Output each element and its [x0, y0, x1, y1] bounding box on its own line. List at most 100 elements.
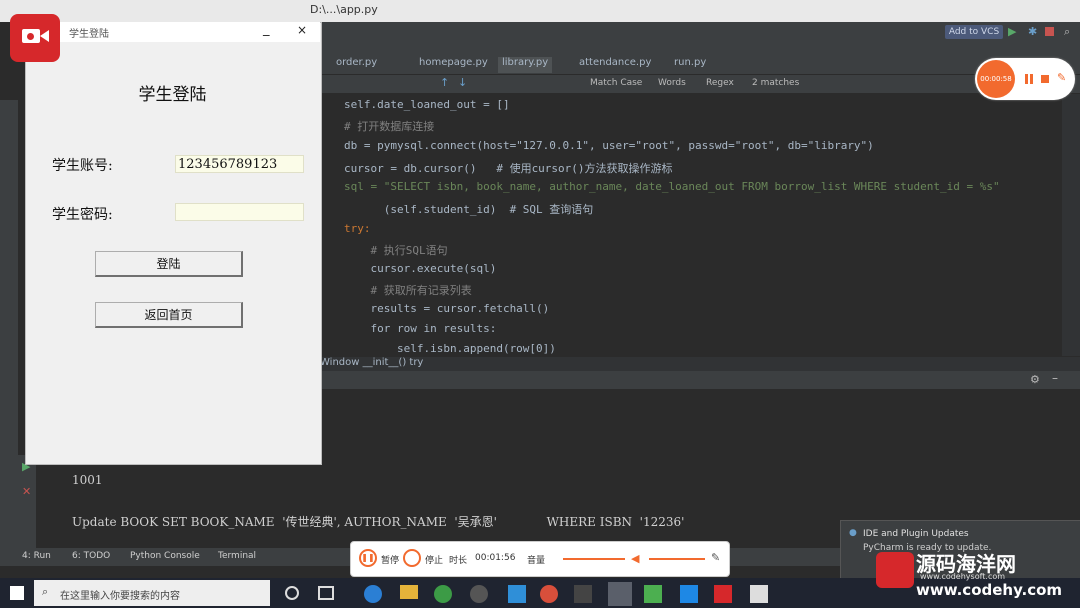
breadcrumb[interactable]: Window __init__() try	[320, 357, 1080, 371]
recording-badge[interactable]: 00:00:58 ✎	[975, 58, 1075, 100]
output-line: Update BOOK SET BOOK_NAME '传世经典', AUTHOR…	[72, 515, 685, 529]
windows-start-icon[interactable]	[10, 586, 24, 600]
pause-label: 暂停	[381, 556, 400, 566]
pause-icon-bar	[1030, 74, 1033, 84]
pen-icon[interactable]: ✎	[711, 551, 720, 564]
code-line: cursor = db.cursor() # 使用cursor()方法获取操作游…	[344, 162, 673, 175]
editor-tabs: order.py homepage.py library.py attendan…	[320, 54, 1080, 75]
browser-icon[interactable]	[540, 585, 558, 603]
find-bar: ↑ ↓ Match Case Words Regex 2 matches	[320, 75, 1080, 93]
account-label: 学生账号:	[52, 158, 113, 174]
search-everywhere-icon[interactable]: ⌕	[1064, 25, 1070, 39]
minimize-panel-icon[interactable]: –	[1052, 371, 1058, 385]
code-line: # 获取所有记录列表	[344, 284, 472, 297]
progress-slider[interactable]	[563, 558, 625, 560]
app-icon[interactable]	[644, 585, 662, 603]
editor-scrollbar[interactable]	[1062, 94, 1080, 356]
speaker-icon[interactable]: ◀	[631, 552, 639, 565]
watermark-url: www.codehy.com	[916, 581, 1063, 599]
taskbar-search[interactable]: ⌕ 在这里输入你要搜索的内容	[34, 580, 270, 606]
login-heading: 学生登陆	[138, 85, 207, 105]
code-line: self.date_loaned_out = []	[344, 98, 510, 111]
tab-run-tool[interactable]: 4: Run	[22, 551, 51, 561]
app-icon[interactable]	[750, 585, 768, 603]
account-input[interactable]: 123456789123	[175, 155, 304, 173]
gear-icon[interactable]: ⚙	[1030, 373, 1040, 386]
words-option[interactable]: Words	[658, 78, 686, 88]
watermark-small: www.codehysoft.com	[920, 572, 1006, 581]
code-line: self.isbn.append(row[0])	[344, 342, 556, 355]
file-explorer-icon[interactable]	[400, 585, 418, 599]
recorder-icon[interactable]	[714, 585, 732, 603]
code-line: sql = "SELECT isbn, book_name, author_na…	[344, 180, 1000, 193]
tab-library[interactable]: library.py	[498, 57, 553, 73]
back-home-button[interactable]: 返回首页	[95, 302, 243, 328]
tab-homepage[interactable]: homepage.py	[415, 57, 492, 73]
pause-icon[interactable]: ❚❚	[359, 549, 377, 567]
code-editor[interactable]: self.date_loaned_out = [] # 打开数据库连接 db =…	[320, 94, 1062, 356]
add-vcs-button[interactable]: Add to VCS	[945, 25, 1003, 39]
stop-icon[interactable]	[403, 549, 421, 567]
ide-title-bar: D:\...\app.py	[0, 0, 1080, 22]
regex-option[interactable]: Regex	[706, 78, 734, 88]
ide-title-path: D:\...\app.py	[310, 3, 378, 16]
media-player-icon[interactable]	[470, 585, 488, 603]
pycharm-icon[interactable]	[608, 582, 632, 606]
code-line: cursor.execute(sql)	[344, 262, 497, 275]
edge-icon[interactable]	[364, 585, 382, 603]
pen-icon[interactable]: ✎	[1057, 71, 1066, 84]
chrome-icon[interactable]	[434, 585, 452, 603]
stop-label: 停止	[425, 556, 444, 566]
stop-icon[interactable]	[1045, 27, 1054, 36]
project-side-strip	[0, 100, 18, 548]
recording-timer: 00:00:58	[977, 60, 1015, 98]
record-dot	[27, 33, 34, 40]
task-view-icon[interactable]	[318, 586, 334, 600]
run-toolbar: ▶ ✕	[18, 455, 36, 548]
run-panel-header: ⚙ –	[320, 371, 1080, 389]
tab-order[interactable]: order.py	[332, 57, 381, 73]
close-button[interactable]: ×	[297, 23, 307, 37]
watermark-logo	[876, 552, 914, 588]
code-line: for row in results:	[344, 322, 497, 335]
cortana-icon[interactable]	[285, 586, 299, 600]
password-input[interactable]	[175, 203, 304, 221]
login-button[interactable]: 登陆	[95, 251, 243, 277]
info-icon: ●	[849, 528, 857, 538]
watermark: 源码海洋网 www.codehysoft.com www.codehy.com	[872, 548, 1080, 604]
login-title-bar: 学生登陆 _ ×	[25, 22, 320, 42]
code-line: (self.student_id) # SQL 查询语句	[344, 203, 594, 216]
minimize-button[interactable]: _	[263, 22, 270, 37]
tab-todo[interactable]: 6: TODO	[72, 551, 110, 561]
elapsed-time: 00:01:56	[475, 553, 516, 563]
run-icon[interactable]: ▶	[1008, 25, 1016, 38]
match-count: 2 matches	[752, 78, 800, 88]
tab-terminal[interactable]: Terminal	[218, 551, 256, 561]
app-icon[interactable]	[574, 585, 592, 603]
notification-title: IDE and Plugin Updates	[863, 529, 969, 539]
search-icon: ⌕	[42, 585, 49, 598]
match-case-option[interactable]: Match Case	[590, 78, 642, 88]
tab-run[interactable]: run.py	[670, 57, 710, 73]
arrow-up-icon[interactable]: ↑	[440, 76, 449, 89]
output-line: 1001	[72, 473, 103, 487]
app-icon[interactable]	[508, 585, 526, 603]
close-run-icon[interactable]: ✕	[22, 485, 31, 498]
code-line: # 执行SQL语句	[344, 244, 448, 257]
login-window-title: 学生登陆	[69, 29, 109, 40]
search-placeholder: 在这里输入你要搜索的内容	[60, 591, 180, 602]
code-line: results = cursor.fetchall()	[344, 302, 550, 315]
volume-slider[interactable]	[649, 558, 705, 560]
screen-recorder-logo	[10, 14, 60, 62]
code-line: db = pymysql.connect(host="127.0.0.1", u…	[344, 139, 874, 152]
tab-python-console[interactable]: Python Console	[130, 551, 200, 561]
password-label: 学生密码:	[52, 207, 113, 223]
pause-icon[interactable]	[1025, 74, 1028, 84]
code-line: try:	[344, 222, 371, 235]
debug-icon[interactable]: ✱	[1028, 25, 1037, 38]
tab-attendance[interactable]: attendance.py	[575, 57, 655, 73]
stop-record-icon[interactable]	[1041, 75, 1049, 83]
camera-lens-shape	[40, 30, 49, 42]
app-icon[interactable]	[680, 585, 698, 603]
arrow-down-icon[interactable]: ↓	[458, 76, 467, 89]
